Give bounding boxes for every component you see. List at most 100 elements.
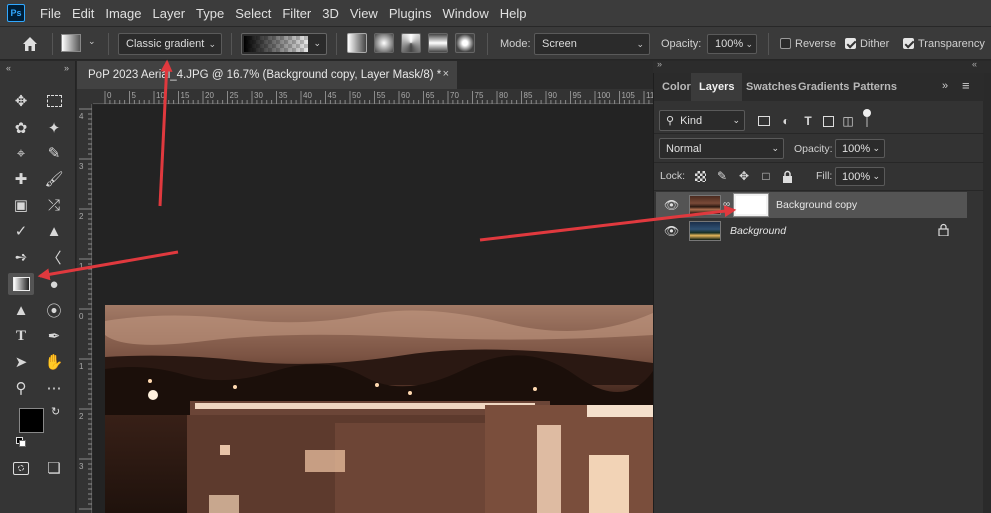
- visibility-eye-icon[interactable]: 👁: [664, 224, 679, 238]
- layer-mask-thumbnail[interactable]: [733, 193, 769, 217]
- clone-stamp-tool-icon[interactable]: ▲: [41, 220, 67, 242]
- quick-mask-icon[interactable]: [8, 457, 34, 479]
- blur-tool-icon[interactable]: ●: [41, 273, 67, 295]
- magic-wand-tool-icon[interactable]: ✦: [41, 117, 67, 139]
- tab-gradients[interactable]: Gradients: [798, 73, 849, 101]
- pen-tool-icon[interactable]: ✒: [41, 325, 67, 347]
- lock-position-icon[interactable]: ✥: [737, 169, 751, 183]
- panel-expand-icon[interactable]: »: [942, 80, 948, 92]
- ruler-corner[interactable]: [77, 89, 93, 104]
- swap-colors-icon[interactable]: ↻: [51, 405, 60, 418]
- document-tab[interactable]: PoP 2023 Aerial_4.JPG @ 16.7% (Backgroun…: [77, 61, 457, 89]
- lock-artboard-icon[interactable]: □: [759, 169, 773, 183]
- menu-file[interactable]: File: [35, 6, 67, 21]
- brush-tool-icon[interactable]: 🖌: [41, 168, 67, 190]
- menu-edit[interactable]: Edit: [67, 6, 100, 21]
- layer-row-background-copy[interactable]: 👁 ∞ Background copy: [656, 192, 967, 218]
- chevron-down-icon[interactable]: ⌄: [88, 36, 96, 47]
- crop-tool-icon[interactable]: ⌖: [8, 142, 34, 164]
- history-brush-tool-icon[interactable]: ➺: [8, 246, 34, 268]
- panel-menu-icon[interactable]: ≡: [962, 78, 970, 93]
- eraser-tool-icon[interactable]: 〈: [41, 246, 67, 268]
- path-selection-tool-icon[interactable]: ➤: [8, 351, 34, 373]
- marquee-tool-icon[interactable]: [41, 90, 67, 112]
- lock-image-pixels-icon[interactable]: ✎: [715, 169, 729, 183]
- menu-select[interactable]: Select: [230, 6, 277, 21]
- collapse-panels-icon[interactable]: «: [972, 59, 977, 69]
- shape-layer-filter-icon[interactable]: [821, 114, 835, 128]
- angle-gradient-button[interactable]: [401, 33, 421, 53]
- collapse-arrows-icon[interactable]: »: [64, 63, 69, 73]
- dither-checkbox[interactable]: [845, 38, 856, 49]
- document-image[interactable]: [105, 305, 665, 513]
- tool-preset-icon[interactable]: [61, 34, 81, 52]
- expand-panels-icon[interactable]: »: [657, 59, 662, 69]
- type-tool-icon[interactable]: T: [8, 325, 34, 347]
- layer-thumbnail[interactable]: [689, 195, 721, 215]
- default-colors-icon[interactable]: [16, 437, 26, 447]
- foreground-color-swatch[interactable]: [19, 408, 44, 433]
- menu-plugins[interactable]: Plugins: [384, 6, 438, 21]
- collapse-toolbar-icon[interactable]: «: [6, 63, 11, 73]
- mask-link-icon[interactable]: ∞: [723, 199, 730, 210]
- menu-window[interactable]: Window: [437, 6, 494, 21]
- layer-row-background[interactable]: 👁 Background: [656, 218, 967, 244]
- radial-gradient-button[interactable]: [374, 33, 394, 53]
- hand-tool-icon[interactable]: ✋: [41, 351, 67, 373]
- linear-gradient-button[interactable]: [347, 33, 367, 53]
- reverse-checkbox[interactable]: [780, 38, 791, 49]
- menu-filter[interactable]: Filter: [277, 6, 317, 21]
- tab-patterns[interactable]: Patterns: [853, 73, 897, 101]
- layer-name[interactable]: Background: [730, 225, 786, 237]
- zoom-tool-icon[interactable]: ⚲: [8, 377, 34, 399]
- menu-view[interactable]: View: [345, 6, 384, 21]
- tab-swatches[interactable]: Swatches: [746, 73, 797, 101]
- type-layer-filter-icon[interactable]: T: [801, 114, 815, 128]
- lock-transparent-pixels-icon[interactable]: [693, 169, 707, 183]
- adjustment-layer-filter-icon[interactable]: ◐: [779, 114, 793, 128]
- vertical-ruler[interactable]: 4 3 2 1 0 1 2 3: [77, 104, 92, 513]
- pattern-stamp-tool-icon[interactable]: ⤮: [41, 194, 67, 216]
- layer-name[interactable]: Background copy: [776, 199, 857, 211]
- tab-layers[interactable]: Layers: [691, 73, 743, 101]
- opacity-field[interactable]: 100% ⌄: [707, 34, 757, 54]
- layer-thumbnail[interactable]: [689, 221, 721, 241]
- horizontal-ruler[interactable]: 0 5 10 15 20 25 30 35 40 45 50 55 60 65 70 75 80 85 90 95 10…: [93, 89, 653, 104]
- eyedropper-tool-icon[interactable]: ✎: [41, 142, 67, 164]
- screen-mode-icon[interactable]: ❏: [41, 457, 67, 479]
- panel-scrollbar[interactable]: [983, 73, 991, 513]
- reflected-gradient-button[interactable]: [428, 33, 448, 53]
- layer-filter-dropdown[interactable]: ⚲ Kind ⌄: [659, 110, 745, 131]
- menu-layer[interactable]: Layer: [148, 6, 192, 21]
- gradient-tool-icon[interactable]: [8, 273, 34, 295]
- home-icon[interactable]: [20, 34, 40, 54]
- lock-all-icon[interactable]: [780, 169, 794, 183]
- fill-field[interactable]: 100% ⌄: [835, 167, 885, 186]
- brush-stroke-tool-icon[interactable]: ✓: [8, 220, 34, 242]
- canvas-area[interactable]: [93, 105, 653, 513]
- lasso-tool-icon[interactable]: ✿: [8, 117, 34, 139]
- close-tab-icon[interactable]: ×: [443, 68, 449, 80]
- gradient-picker[interactable]: ⌄: [241, 33, 327, 55]
- tab-color[interactable]: Color: [662, 73, 691, 101]
- menu-3d[interactable]: 3D: [317, 6, 345, 21]
- visibility-eye-icon[interactable]: 👁: [664, 198, 679, 212]
- layer-blend-mode-dropdown[interactable]: Normal ⌄: [659, 138, 784, 159]
- sharpen-tool-icon[interactable]: ▲: [8, 299, 34, 321]
- move-tool-icon[interactable]: ✥: [8, 90, 34, 112]
- filter-toggle-icon[interactable]: [861, 109, 873, 129]
- gradient-type-dropdown[interactable]: Classic gradient ⌄: [118, 33, 222, 55]
- more-tools-icon[interactable]: ⋯: [41, 377, 67, 399]
- pixel-layer-filter-icon[interactable]: [757, 114, 771, 128]
- dodge-tool-icon[interactable]: ⦿: [41, 299, 67, 321]
- transparency-checkbox[interactable]: [903, 38, 914, 49]
- smart-object-filter-icon[interactable]: ◫: [841, 114, 855, 128]
- menu-type[interactable]: Type: [191, 6, 230, 21]
- diamond-gradient-button[interactable]: [455, 33, 475, 53]
- menu-image[interactable]: Image: [100, 6, 147, 21]
- healing-brush-tool-icon[interactable]: ✚: [8, 168, 34, 190]
- menu-help[interactable]: Help: [495, 6, 533, 21]
- frame-tool-icon[interactable]: ▣: [8, 194, 34, 216]
- layer-opacity-field[interactable]: 100% ⌄: [835, 139, 885, 158]
- lock-icon[interactable]: [938, 223, 949, 239]
